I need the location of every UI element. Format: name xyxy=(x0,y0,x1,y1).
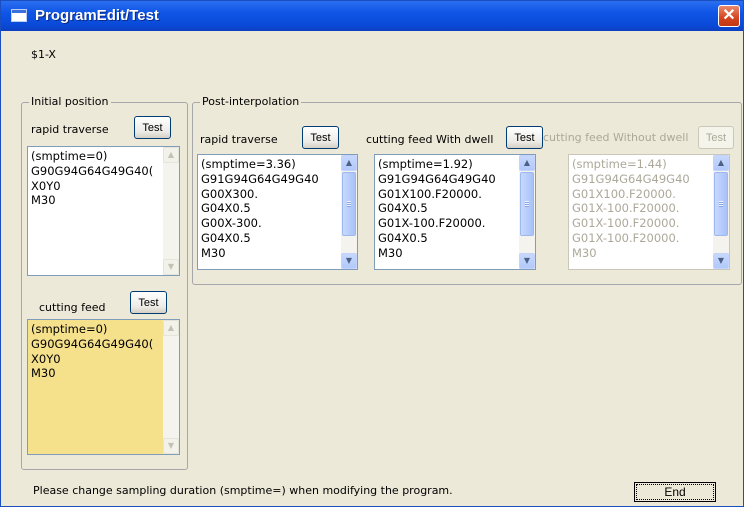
program-line: G01X-100.F20000. xyxy=(572,230,680,245)
program-line: G01X-100.F20000. xyxy=(378,216,486,231)
initial-cutting-scrollbar[interactable]: ▲ ▼ xyxy=(163,320,179,454)
post-with-dwell-scrollbar[interactable]: ▲ ▼ xyxy=(519,155,535,269)
program-line: X0Y0 xyxy=(31,178,61,193)
window-title: ProgramEdit/Test xyxy=(35,7,159,24)
program-line: G00X300. xyxy=(201,186,259,201)
close-icon[interactable]: ✕ xyxy=(718,5,740,27)
post-rapid-scrollbar[interactable]: ▲ ▼ xyxy=(341,155,357,269)
post-with-dwell-lines: (smptime=1.92) G91G94G64G49G40 G01X100.F20… xyxy=(378,157,517,261)
program-line: G04X0.5 xyxy=(378,230,428,245)
initial-rapid-lines: (smptime=0) G90G94G64G49G40(X0Y0 M30 xyxy=(31,149,161,208)
program-line: G90G94G64G49G40( xyxy=(31,336,154,351)
initial-cutting-label: cutting feed xyxy=(39,301,106,314)
post-with-dwell-test-button[interactable]: Test xyxy=(506,126,543,149)
program-line: (smptime=0) xyxy=(31,322,108,336)
program-line: (smptime=1.92) xyxy=(378,157,473,171)
post-without-dwell-program-box[interactable]: (smptime=1.44) G91G94G64G49G40 G01X100.F20… xyxy=(568,154,730,270)
post-rapid-lines: (smptime=3.36) G91G94G64G49G40 G00X300. G04… xyxy=(201,157,339,261)
post-with-dwell-label: cutting feed With dwell xyxy=(366,133,494,146)
program-line: G01X-100.F20000. xyxy=(572,216,680,231)
program-line: (smptime=0) xyxy=(31,149,108,163)
scroll-down-icon[interactable]: ▼ xyxy=(163,438,179,454)
scroll-thumb[interactable] xyxy=(520,172,534,236)
program-line: G91G94G64G49G40 xyxy=(378,171,496,186)
program-line: G90G94G64G49G40( xyxy=(31,163,154,178)
post-rapid-label: rapid traverse xyxy=(200,133,278,146)
scroll-down-icon[interactable]: ▼ xyxy=(341,253,357,269)
scroll-up-icon[interactable]: ▲ xyxy=(163,147,179,163)
end-button-label: End xyxy=(636,484,714,500)
program-line: M30 xyxy=(31,193,56,208)
program-line: G91G94G64G49G40 xyxy=(572,171,690,186)
scroll-up-icon[interactable]: ▲ xyxy=(163,320,179,336)
program-line: G01X100.F20000. xyxy=(378,186,482,201)
initial-rapid-label: rapid traverse xyxy=(31,123,109,136)
window-icon xyxy=(11,9,27,22)
scroll-up-icon[interactable]: ▲ xyxy=(341,155,357,171)
post-without-dwell-scrollbar[interactable]: ▲ ▼ xyxy=(713,155,729,269)
initial-cutting-lines: (smptime=0) G90G94G64G49G40(X0Y0 M30 xyxy=(31,322,161,381)
program-line: G91G94G64G49G40 xyxy=(201,171,319,186)
scroll-down-icon[interactable]: ▼ xyxy=(519,253,535,269)
program-line: G01X-100.F20000. xyxy=(572,201,680,216)
status-message: Please change sampling duration (smptime… xyxy=(33,484,453,497)
scroll-down-icon[interactable]: ▼ xyxy=(713,253,729,269)
initial-position-legend: Initial position xyxy=(29,95,111,108)
program-line: G04X0.5 xyxy=(201,201,251,216)
program-line: M30 xyxy=(572,245,597,260)
program-line: (smptime=1.44) xyxy=(572,157,667,171)
post-rapid-program-box[interactable]: (smptime=3.36) G91G94G64G49G40 G00X300. G04… xyxy=(197,154,358,270)
program-line: G00X-300. xyxy=(201,216,262,231)
initial-cutting-program-box[interactable]: (smptime=0) G90G94G64G49G40(X0Y0 M30 ▲ ▼ xyxy=(27,319,180,455)
post-rapid-test-button[interactable]: Test xyxy=(302,126,339,149)
program-line: G04X0.5 xyxy=(201,230,251,245)
axis-label: $1-X xyxy=(31,48,56,61)
program-line: M30 xyxy=(31,366,56,381)
scroll-down-icon[interactable]: ▼ xyxy=(163,259,179,275)
program-line: (smptime=3.36) xyxy=(201,157,296,171)
scroll-thumb[interactable] xyxy=(342,172,356,236)
post-interpolation-legend: Post-interpolation xyxy=(200,95,302,108)
post-without-dwell-label: cutting feed Without dwell xyxy=(543,131,689,144)
post-without-dwell-test-button[interactable]: Test xyxy=(698,126,734,149)
title-bar[interactable]: ProgramEdit/Test ✕ xyxy=(1,1,743,31)
initial-rapid-scrollbar[interactable]: ▲ ▼ xyxy=(163,147,179,275)
program-line: M30 xyxy=(378,245,403,260)
program-line: G01X100.F20000. xyxy=(572,186,676,201)
program-line: X0Y0 xyxy=(31,351,61,366)
post-with-dwell-program-box[interactable]: (smptime=1.92) G91G94G64G49G40 G01X100.F20… xyxy=(374,154,536,270)
post-without-dwell-lines: (smptime=1.44) G91G94G64G49G40 G01X100.F20… xyxy=(572,157,711,261)
program-line: G04X0.5 xyxy=(378,201,428,216)
program-line: M30 xyxy=(201,245,226,260)
initial-rapid-program-box[interactable]: (smptime=0) G90G94G64G49G40(X0Y0 M30 ▲ ▼ xyxy=(27,146,180,276)
initial-cutting-test-button[interactable]: Test xyxy=(130,291,167,314)
scroll-up-icon[interactable]: ▲ xyxy=(519,155,535,171)
scroll-up-icon[interactable]: ▲ xyxy=(713,155,729,171)
program-edit-window: ProgramEdit/Test ✕ $1-X Initial position… xyxy=(0,0,744,507)
end-button[interactable]: End xyxy=(634,482,716,502)
scroll-thumb[interactable] xyxy=(714,172,728,236)
initial-rapid-test-button[interactable]: Test xyxy=(134,116,171,139)
